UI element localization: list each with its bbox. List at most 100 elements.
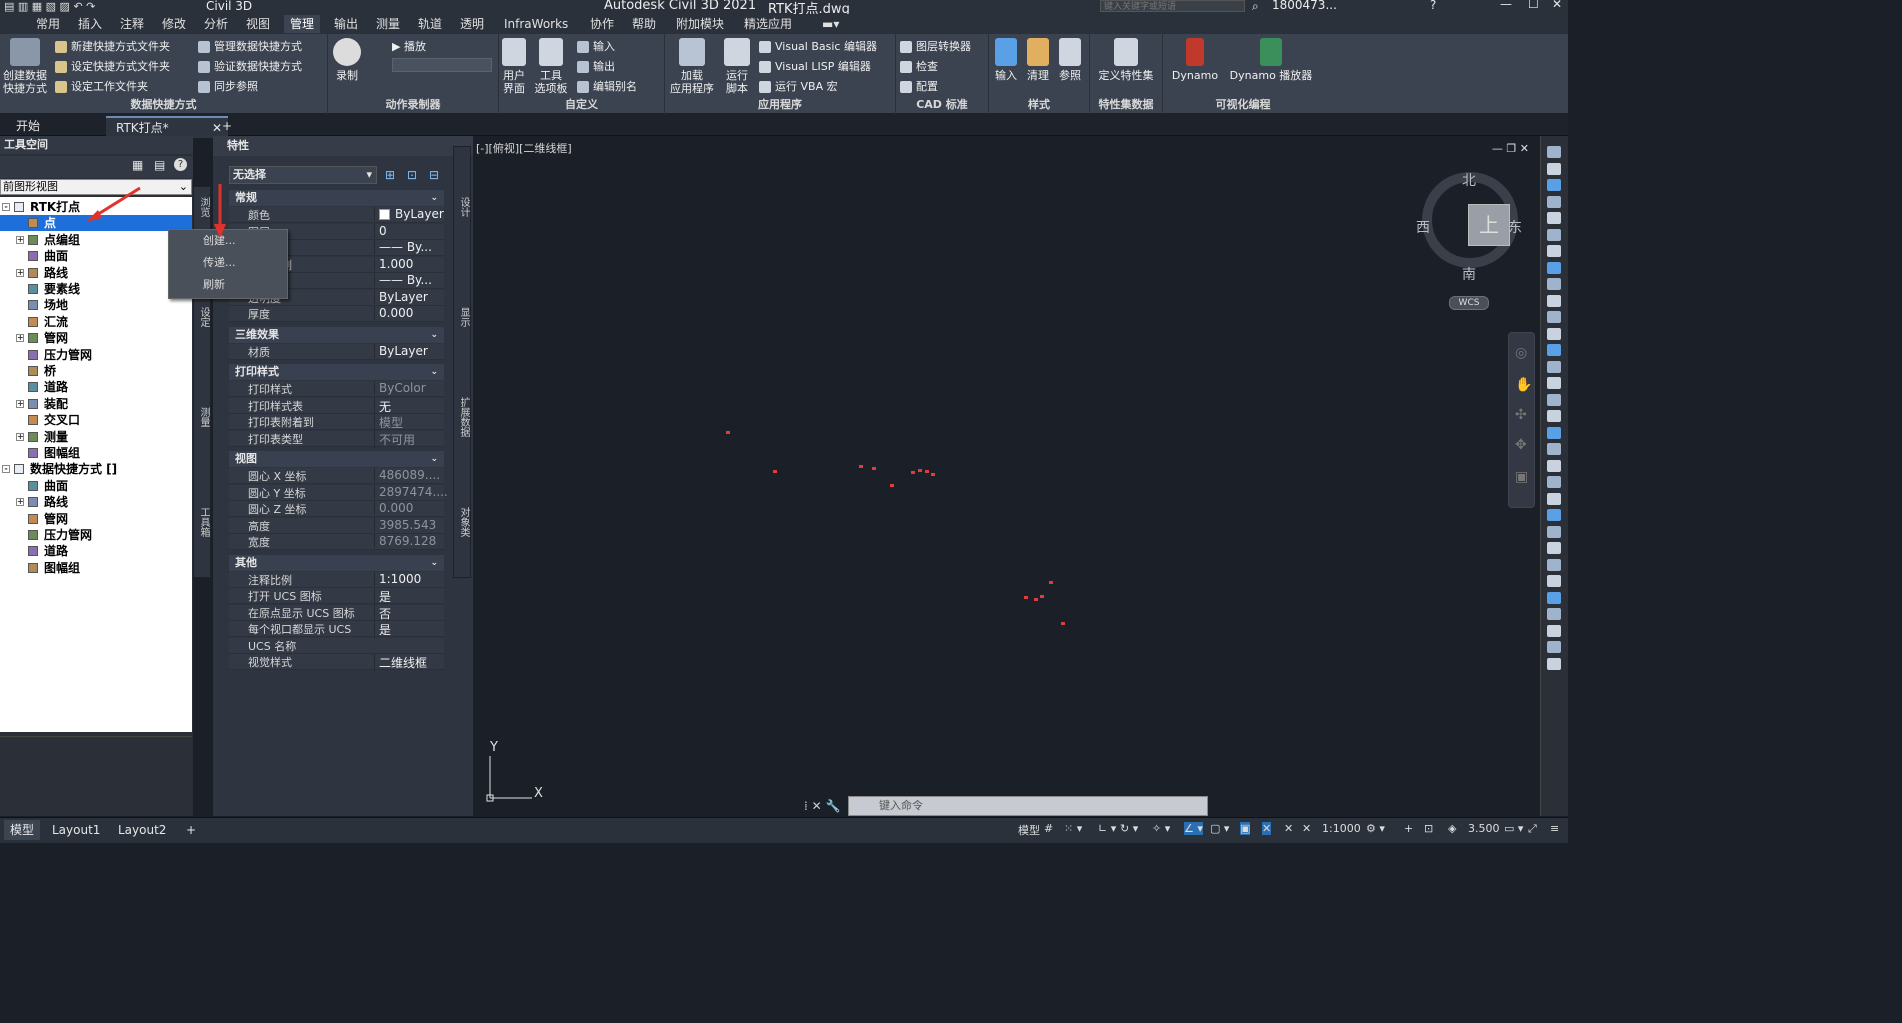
tab-start[interactable]: 开始 [6,116,50,136]
record-button[interactable]: 录制 [330,38,364,82]
property-row[interactable]: 视觉样式 二维线框 [229,654,444,671]
manage-shortcuts-button[interactable]: 管理数据快捷方式 [198,38,302,54]
menu-item-refresh[interactable]: 刷新 [203,276,225,294]
check-standards-button[interactable]: 检查 [900,58,938,74]
lisp-editor-button[interactable]: Visual LISP 编辑器 [759,58,871,74]
tree-item[interactable]: 图幅组 [0,560,192,576]
tool-icon[interactable] [1547,294,1561,307]
export-button[interactable]: 输出 [577,58,615,74]
styles-purge-button[interactable]: 清理 [1023,38,1053,82]
expand-icon[interactable]: + [16,334,24,343]
tool-icon[interactable] [1547,179,1561,191]
auto-scale-icon[interactable]: ✕ [1284,822,1293,835]
create-data-shortcuts-button[interactable]: 创建数据 快捷方式 [0,38,50,95]
osnap-icon[interactable]: ✧ ▾ [1152,822,1170,835]
side-tab-toolbox[interactable]: 工具箱 [194,507,211,537]
ribbon-tab[interactable]: 测量 [370,15,406,33]
survey-point[interactable] [1061,622,1065,625]
tool-icon[interactable] [1547,311,1561,323]
property-row[interactable]: 宽度 8769.128 [229,534,444,550]
tree-item[interactable]: + 路线 [0,494,192,510]
load-application-button[interactable]: 加载 应用程序 [669,38,715,95]
play-button[interactable]: ▶ 播放 [392,38,426,54]
collapse-icon[interactable]: - [2,203,10,211]
tree-item[interactable]: 要素线 [0,281,192,297]
toolspace-tree-icon[interactable]: ▦ [132,158,143,172]
ribbon-tab[interactable]: 协作 [584,15,620,33]
property-row[interactable]: 材质 ByLayer [229,343,444,360]
clean-screen-icon[interactable]: ▭ ▾ [1504,822,1523,835]
tree-item[interactable]: 压力管网 [0,347,192,363]
search-icon[interactable]: ⌕ [1252,0,1259,14]
tool-icon[interactable] [1547,377,1561,389]
chevron-down-icon[interactable]: ⌄ [430,190,438,206]
run-script-button[interactable]: 运行 脚本 [717,38,757,95]
property-value[interactable]: 1:1000 [374,571,449,586]
user-account[interactable]: 1800473... [1272,0,1337,12]
tree-item[interactable]: + 装配 [0,396,192,412]
layer-translator-button[interactable]: 图层转换器 [900,38,971,54]
validate-shortcuts-button[interactable]: 验证数据快捷方式 [198,58,302,74]
compass-south[interactable]: 南 [1462,264,1476,284]
survey-point[interactable] [872,467,876,470]
user-interface-button[interactable]: 用户 界面 [499,38,529,95]
tool-icon[interactable] [1547,245,1561,257]
edit-aliases-button[interactable]: 编辑别名 [577,78,637,94]
wcs-menu-button[interactable]: WCS [1449,296,1489,310]
tool-icon[interactable] [1547,195,1561,208]
styles-import-button[interactable]: 输入 [991,38,1021,82]
grid-icon[interactable]: # [1044,822,1053,835]
tool-icon[interactable] [1547,212,1561,224]
ortho-icon[interactable]: ∟ ▾ [1098,822,1116,835]
layout-tab-model[interactable]: 模型 [4,820,41,840]
survey-point[interactable] [1049,581,1053,584]
tool-icon[interactable] [1547,624,1561,637]
tool-icon[interactable] [1547,261,1561,274]
command-input[interactable]: 键入命令 [848,796,1208,816]
chevron-down-icon[interactable]: ⌄ [430,364,438,380]
property-value[interactable]: 二维线框 [374,654,449,671]
expand-icon[interactable]: + [16,235,24,244]
annotation-scale-icon[interactable]: ✕ [1302,822,1311,835]
tree-item[interactable]: 曲面 [0,478,192,494]
import-button[interactable]: 输入 [577,38,615,54]
survey-point[interactable] [726,431,730,434]
ribbon-tab[interactable]: 轨道 [412,15,448,33]
tree-item[interactable]: 图幅组 [0,445,192,461]
ribbon-tab-active[interactable]: 管理 [284,15,321,33]
tool-icon[interactable] [1547,476,1561,488]
ribbon-tab[interactable]: 精选应用 [738,15,798,33]
property-value[interactable]: ByLayer [374,207,449,221]
chevron-down-icon[interactable]: ⌄ [430,451,438,467]
property-row[interactable]: 在原点显示 UCS 图标 否 [229,604,444,622]
collapse-icon[interactable]: - [2,465,10,474]
tool-icon[interactable] [1547,410,1561,422]
property-section-header[interactable]: 打印样式 ⌄ [229,364,444,380]
tree-item[interactable]: 交叉口 [0,412,192,428]
side-tab-settings[interactable]: 设定 [194,307,211,327]
tree-item[interactable]: 道路 [0,379,192,395]
steering-wheel-icon[interactable]: ◎ [1515,345,1527,361]
tool-icon[interactable] [1547,575,1561,587]
tool-icon[interactable] [1547,459,1561,472]
tool-icon[interactable] [1547,443,1561,455]
property-row[interactable]: 打印表附着到 模型 [229,414,444,431]
property-section-header[interactable]: 常规 ⌄ [229,190,444,206]
close-button[interactable]: ✕ [1552,0,1562,11]
workspace-gear-icon[interactable]: ⚙ ▾ [1366,822,1385,835]
tree-item[interactable]: 汇流 [0,314,192,330]
viewport-controls-label[interactable]: [-][俯视][二维线框] [476,140,572,156]
dynamo-player-button[interactable]: Dynamo 播放器 [1223,38,1319,82]
property-section-header[interactable]: 其他 ⌄ [229,554,444,571]
ribbon-tab[interactable]: 透明 [454,15,490,33]
ribbon-tab[interactable]: 输出 [328,15,364,33]
tree-item[interactable]: 管网 [0,511,192,527]
set-working-folder-button[interactable]: 设定工作文件夹 [55,78,148,94]
tree-item[interactable]: 桥 [0,363,192,379]
property-value[interactable]: ByLayer [374,289,449,304]
new-shortcut-folder-button[interactable]: 新建快捷方式文件夹 [55,38,170,54]
property-row[interactable]: UCS 名称 [229,637,444,654]
annotation-scale-select[interactable]: 1:1000 [1322,822,1361,835]
ribbon-tab[interactable]: 视图 [240,15,276,33]
property-row[interactable]: 圆心 Y 坐标 2897474.... [229,484,448,501]
